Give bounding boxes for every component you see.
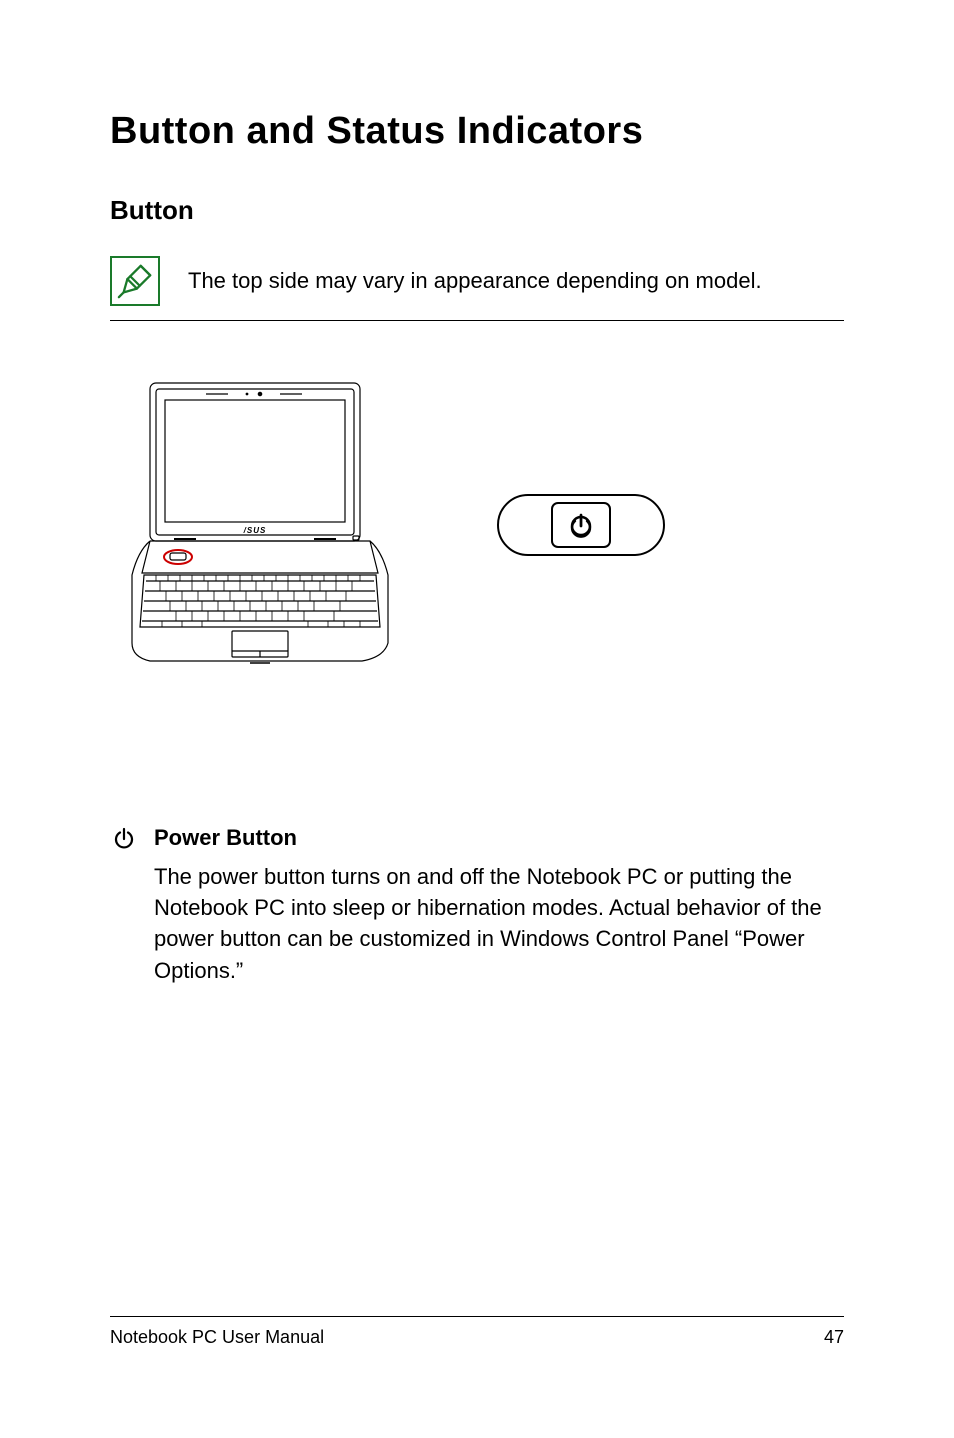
- footer-doc-title: Notebook PC User Manual: [110, 1327, 324, 1348]
- footer-divider: [110, 1316, 844, 1317]
- power-button-heading: Power Button: [154, 825, 297, 851]
- note-text: The top side may vary in appearance depe…: [188, 266, 762, 296]
- note-pencil-icon: [110, 256, 160, 306]
- divider: [110, 320, 844, 321]
- power-button-description: The power button turns on and off the No…: [154, 861, 844, 986]
- power-icon: [112, 827, 136, 851]
- laptop-illustration: /SUS: [110, 375, 410, 675]
- svg-text:/SUS: /SUS: [243, 526, 267, 535]
- footer-page-number: 47: [824, 1327, 844, 1348]
- page-content: Button and Status Indicators Button The …: [0, 0, 954, 986]
- page-footer: Notebook PC User Manual 47: [110, 1316, 844, 1348]
- section-heading-button: Button: [110, 195, 844, 226]
- power-button-item: Power Button: [112, 825, 844, 851]
- figures-row: /SUS: [110, 375, 844, 675]
- info-note: The top side may vary in appearance depe…: [110, 256, 844, 306]
- power-button-detail-illustration: [496, 493, 666, 557]
- page-title: Button and Status Indicators: [110, 110, 844, 153]
